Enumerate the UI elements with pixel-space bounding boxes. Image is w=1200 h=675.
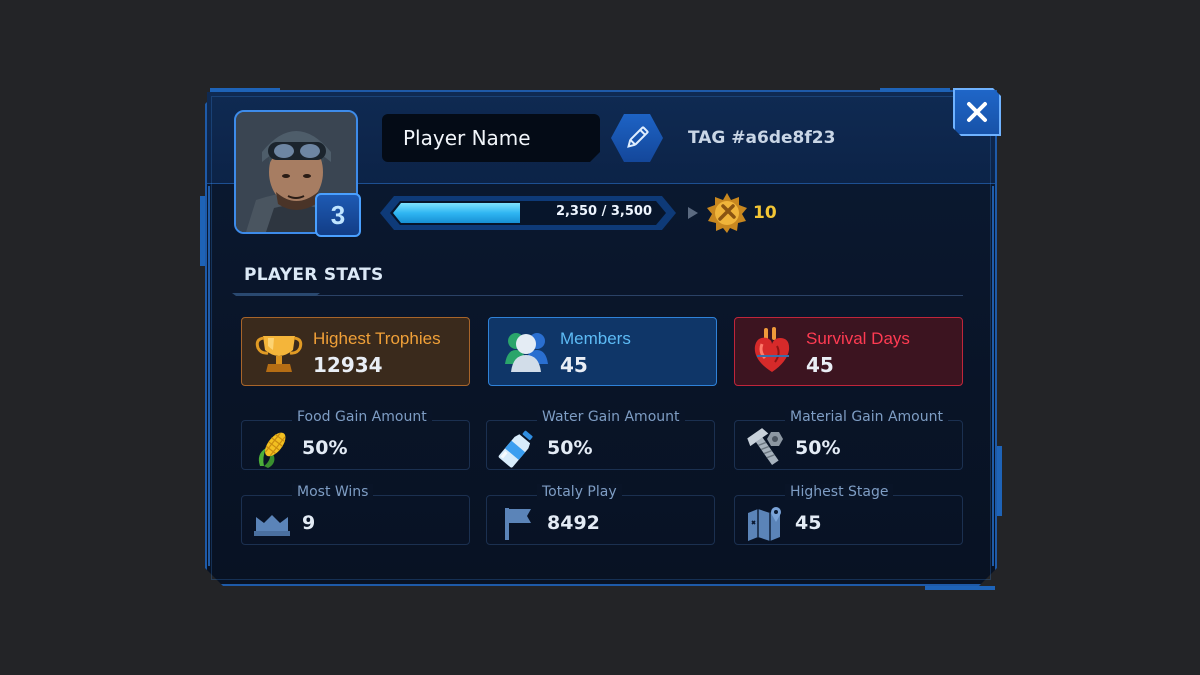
reward-count: 10: [753, 203, 777, 223]
trophy-icon: [255, 336, 303, 372]
flag-icon: [505, 508, 531, 540]
members-label: Members: [560, 329, 631, 348]
frame-accent-top-left: [210, 88, 280, 92]
xp-bar-fill: [393, 203, 520, 223]
food-gain-label: Food Gain Amount: [292, 409, 432, 425]
total-play-value: 8492: [547, 512, 600, 534]
wins-crown-icon: [254, 515, 290, 536]
frame-accent-bottom-right: [925, 586, 995, 590]
section-accent: [232, 293, 320, 296]
reward-badge-icon[interactable]: [706, 192, 748, 234]
bolt-nut-icon: [747, 428, 783, 466]
survival-days-label: Survival Days: [806, 329, 910, 348]
water-gain-card: Water Gain Amount 50%: [486, 409, 715, 470]
water-bottle-icon: [498, 430, 533, 468]
members-icon: [505, 333, 548, 372]
frame-accent-left: [200, 196, 205, 266]
section-divider: [240, 295, 963, 296]
most-wins-label: Most Wins: [292, 484, 374, 500]
water-gain-value: 50%: [547, 437, 593, 459]
frame-accent-top-right: [880, 88, 950, 92]
frame-glow-right: [992, 186, 994, 566]
highest-trophies-card: Highest Trophies 12934: [241, 317, 470, 386]
food-gain-card: Food Gain Amount 50%: [241, 409, 470, 470]
material-gain-label: Material Gain Amount: [785, 409, 948, 425]
water-gain-label: Water Gain Amount: [537, 409, 685, 425]
highest-trophies-label: Highest Trophies: [313, 329, 441, 348]
most-wins-card: Most Wins 9: [241, 484, 470, 545]
close-icon: [966, 101, 988, 123]
level-badge: 3: [315, 193, 361, 237]
arrow-right-icon: [688, 207, 698, 219]
survival-days-card: Survival Days 45: [734, 317, 963, 386]
members-value: 45: [560, 353, 588, 377]
highest-trophies-value: 12934: [313, 353, 383, 377]
highest-stage-card: Highest Stage 45: [734, 484, 963, 545]
corn-icon: [258, 432, 286, 468]
map-icon: [748, 507, 781, 541]
total-play-label: Totaly Play: [537, 484, 622, 500]
frame-glow-left: [208, 186, 210, 566]
highest-stage-value: 45: [795, 512, 822, 534]
heart-icon: [754, 327, 790, 372]
survival-days-value: 45: [806, 353, 834, 377]
player-tag: TAG #a6de8f23: [688, 128, 836, 148]
highest-stage-label: Highest Stage: [785, 484, 894, 500]
section-title: PLAYER STATS: [244, 265, 384, 285]
xp-progress-text: 2,350 / 3,500: [555, 204, 652, 219]
material-gain-card: Material Gain Amount 50%: [734, 409, 963, 470]
close-button[interactable]: [953, 88, 1001, 136]
food-gain-value: 50%: [302, 437, 348, 459]
pencil-icon: [627, 126, 649, 148]
material-gain-value: 50%: [795, 437, 841, 459]
most-wins-value: 9: [302, 512, 316, 534]
members-card: Members 45: [488, 317, 717, 386]
player-name-field[interactable]: Player Name: [382, 114, 600, 162]
frame-accent-right: [997, 446, 1002, 516]
total-play-card: Totaly Play 8492: [486, 484, 715, 545]
